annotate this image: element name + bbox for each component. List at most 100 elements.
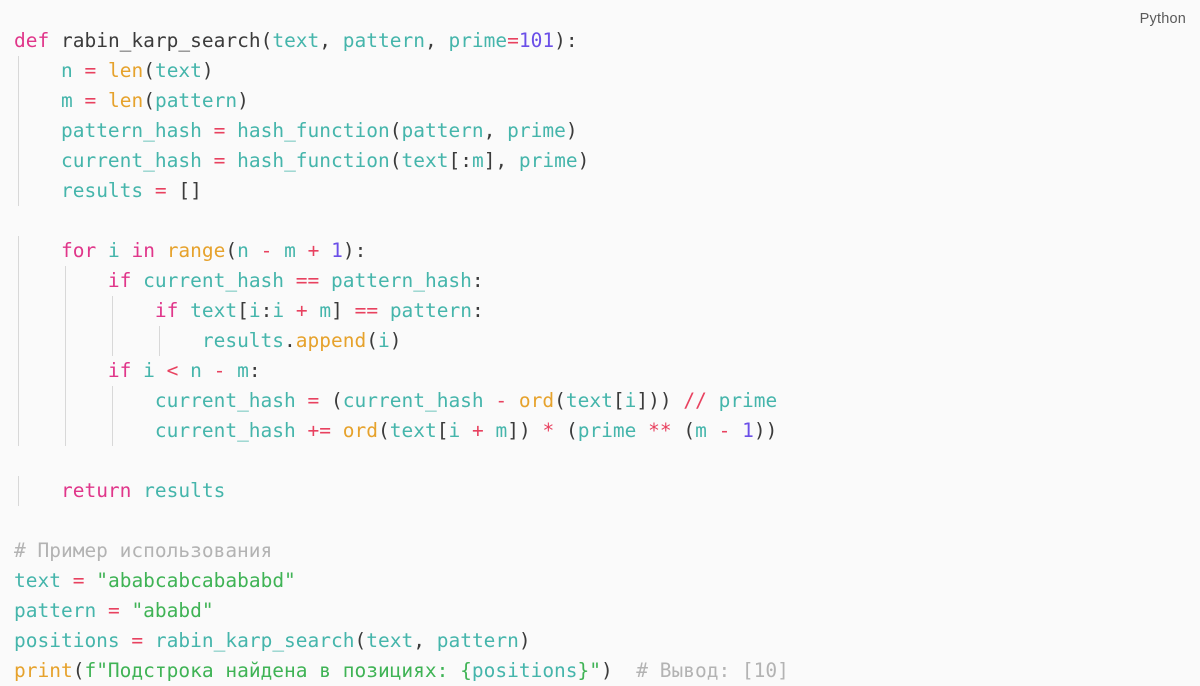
code-token-op: - [260,239,273,262]
code-token-punc [319,269,331,292]
code-token-name: n [190,359,202,382]
code-token-builtin: append [295,329,367,352]
code-token-op: + [471,419,484,442]
code-token-op: = [84,59,97,82]
code-token-punc: ( [389,119,402,142]
code-token-punc [319,239,331,262]
code-token-punc: . [284,329,296,352]
code-token-name: i [448,419,461,442]
code-token-name: text [366,629,414,652]
code-token-punc: ) [237,89,249,112]
code-token-kw: return [60,479,132,502]
code-token-punc: ], [483,149,519,172]
code-token-com: # Пример использования [14,539,273,562]
code-line: pattern = "ababd" [0,596,1200,626]
code-token-name: pattern_hash [331,269,472,292]
code-token-name: results [143,479,226,502]
code-token-punc [120,599,132,622]
code-token-name: pattern [154,89,238,112]
code-token-num: 1 [742,419,754,442]
code-token-punc [131,359,143,382]
indent-guide [64,296,66,326]
indent-guide [18,56,19,86]
code-token-op: = [213,119,226,142]
code-line: if i < n - m: [0,356,1200,386]
code-token-punc [225,149,237,172]
code-token-punc [484,389,496,412]
code-token-name: current_hash [154,389,296,412]
code-token-name: prime [518,149,578,172]
code-token-punc: [: [448,149,472,172]
code-line: if text[i:i + m] == pattern: [0,296,1200,326]
code-token-punc: ) [601,659,613,682]
code-token-kw: in [131,239,155,262]
code-line: if current_hash == pattern_hash: [0,266,1200,296]
code-token-punc: ( [354,629,367,652]
indent-guide [18,416,19,446]
indent-guide [18,86,19,116]
code-token-kw: def [14,29,50,52]
indent-guide [64,386,66,416]
code-token-name: positions [14,629,120,652]
code-token-name: i [377,329,390,352]
code-token-punc: ( [143,89,155,112]
code-token-punc [225,359,237,382]
code-token-name: i [143,359,155,382]
code-token-punc: : [471,269,484,292]
code-token-punc: ( [143,59,155,82]
code-token-punc [178,299,190,322]
code-token-name: pattern [389,299,472,322]
code-token-punc: ( [225,239,238,262]
code-line: text = "ababcabcabababd" [0,566,1200,596]
code-token-name: prime [448,29,508,52]
code-token-name: n [60,59,73,82]
indent-guide [18,116,19,146]
code-token-punc [284,299,296,322]
indent-guide [158,326,160,356]
code-token-name: text [190,299,238,322]
code-token-name: i [272,299,285,322]
code-token-op: - [718,419,731,442]
code-token-punc [84,569,96,592]
code-token-punc: [] [178,179,202,202]
code-line: results.append(i) [0,326,1200,356]
code-token-name: prime [718,389,778,412]
code-token-op: < [166,359,179,382]
indent-guide [18,386,19,416]
code-token-kw: if [107,359,132,382]
code-token-punc [73,89,85,112]
code-token-name: m [60,89,73,112]
indent-guide [18,266,19,296]
code-token-name: text [401,149,449,172]
code-content[interactable]: def rabin_karp_search(text, pattern, pri… [0,26,1200,686]
code-token-punc [96,59,108,82]
code-token-punc [225,119,237,142]
code-token-builtin: ord [342,419,378,442]
code-token-punc [49,29,61,52]
code-token-op: = [107,599,120,622]
code-token-punc: ] [331,299,355,322]
indent-guide [64,266,66,296]
code-token-punc: , [413,629,437,652]
code-line: pattern_hash = hash_function(pattern, pr… [0,116,1200,146]
indent-guide [111,326,113,356]
code-token-punc [730,419,742,442]
code-line: results = [] [0,176,1200,206]
code-token-punc: ( [331,389,343,412]
code-token-punc [131,479,143,502]
code-token-com: # Вывод: [10] [636,659,789,682]
code-token-op: * [542,419,555,442]
code-token-punc [61,569,73,592]
code-token-punc [707,389,719,412]
code-line: current_hash = hash_function(text[:m], p… [0,146,1200,176]
code-token-punc: ): [342,239,367,262]
indent-guide [111,416,113,446]
code-token-num: 101 [518,29,555,52]
code-token-name: m [284,239,296,262]
code-token-name: prime [577,419,637,442]
